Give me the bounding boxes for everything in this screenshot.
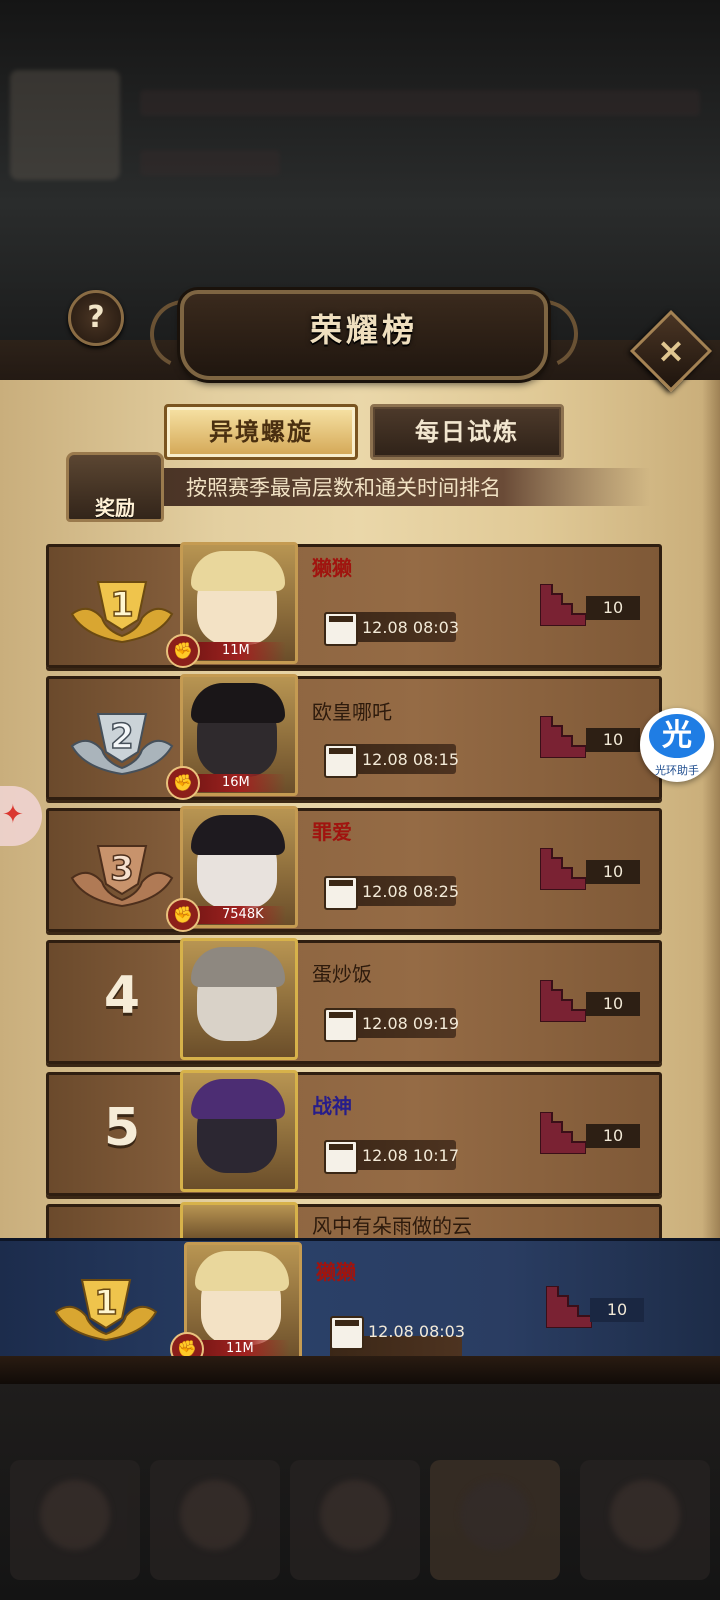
tower-floor-icon [546, 1286, 592, 1328]
gold-medal-icon: 1 [54, 1279, 158, 1342]
nav-slot-3 [290, 1460, 420, 1580]
hero-hair [191, 683, 285, 723]
calendar-icon [324, 1140, 358, 1174]
floating-assistant-button[interactable]: 光 光环助手 [640, 708, 714, 782]
reward-label[interactable]: 奖励 [66, 492, 164, 521]
player-name: 蛋炒饭 [312, 962, 372, 986]
power-value: 11M [196, 642, 286, 660]
hero-hair [191, 815, 285, 855]
hero-portrait[interactable] [180, 1070, 298, 1192]
close-icon[interactable]: × [642, 322, 700, 380]
tower-floor-icon [540, 848, 586, 890]
left-tab-icon: ✦ [2, 800, 24, 830]
floor-count: 10 [586, 992, 640, 1016]
clear-time: 12.08 08:03 [362, 618, 459, 637]
tab-spiral[interactable]: 异境螺旋 [164, 404, 358, 460]
clear-time: 12.08 10:17 [362, 1146, 459, 1165]
power-value: 16M [196, 774, 286, 792]
calendar-icon [324, 744, 358, 778]
nav-slot-1 [10, 1460, 140, 1580]
my-clear-time: 12.08 08:03 [368, 1322, 465, 1341]
assistant-label: 光环助手 [655, 764, 699, 777]
medal-number: 1 [94, 1283, 118, 1323]
clear-time: 12.08 08:15 [362, 750, 459, 769]
fist-icon: ✊ [166, 898, 200, 932]
tower-floor-icon [540, 980, 586, 1022]
fist-icon: ✊ [166, 766, 200, 800]
medal-number: 3 [110, 849, 134, 889]
assistant-icon: 光 [649, 714, 705, 758]
tab-daily-trial[interactable]: 每日试炼 [370, 404, 564, 460]
player-name: 风中有朵雨做的云 [312, 1214, 472, 1238]
rule-text: 按照赛季最高层数和通关时间排名 [186, 476, 501, 500]
tower-floor-icon [540, 1112, 586, 1154]
clear-time: 12.08 09:19 [362, 1014, 459, 1033]
medal-number: 2 [110, 717, 134, 757]
hero-hair [195, 1251, 289, 1291]
rank-number: 5 [103, 1098, 141, 1158]
rank-number: 4 [103, 966, 141, 1026]
panel-bottom-frame [0, 1356, 720, 1386]
fist-icon: ✊ [166, 634, 200, 668]
hero-hair [191, 947, 285, 987]
clear-time: 12.08 08:25 [362, 882, 459, 901]
power-value: 7548K [196, 906, 286, 924]
floor-count: 10 [586, 860, 640, 884]
tower-floor-icon [540, 716, 586, 758]
my-floor-count: 10 [590, 1298, 644, 1322]
nav-slot-5 [580, 1460, 710, 1580]
player-name: 罪爱 [312, 820, 352, 844]
calendar-icon [324, 876, 358, 910]
blurred-hud [0, 60, 720, 200]
floor-count: 10 [586, 596, 640, 620]
player-name: 欧皇哪吒 [312, 700, 392, 724]
medal-number: 1 [110, 585, 134, 625]
silver-medal-icon: 2 [70, 713, 174, 776]
floor-count: 10 [586, 728, 640, 752]
calendar-icon [324, 612, 358, 646]
hero-portrait[interactable] [180, 938, 298, 1060]
panel-title: 荣耀榜 [309, 311, 418, 349]
hero-hair [191, 1079, 285, 1119]
floor-count: 10 [586, 1124, 640, 1148]
nav-slot-2 [150, 1460, 280, 1580]
player-name: 战神 [312, 1094, 352, 1118]
gold-medal-icon: 1 [70, 581, 174, 644]
blurred-level-bar [140, 150, 280, 176]
bronze-medal-icon: 3 [70, 845, 174, 908]
calendar-icon [330, 1316, 364, 1350]
calendar-icon [324, 1008, 358, 1042]
help-button[interactable]: ? [68, 290, 124, 346]
player-name: 獭獭 [312, 556, 352, 580]
nav-slot-4 [430, 1460, 560, 1580]
blurred-resource-bar [140, 90, 700, 116]
hero-hair [191, 551, 285, 591]
my-player-name: 獭獭 [316, 1260, 356, 1284]
blurred-avatar [10, 70, 120, 180]
tower-floor-icon [540, 584, 586, 626]
